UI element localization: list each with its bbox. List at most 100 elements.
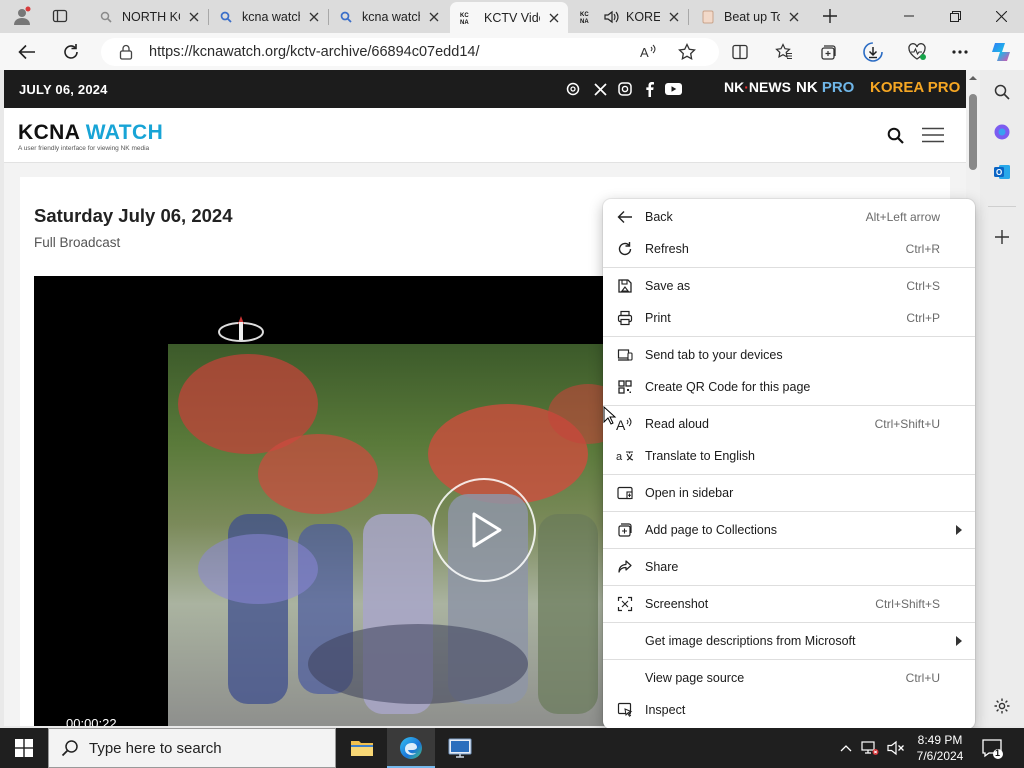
edge-taskbar-button[interactable] [387,728,435,768]
scrollbar-thumb[interactable] [969,94,977,170]
sidebar-outlook-button[interactable]: O [990,160,1014,184]
nkpro-logo-part: PRO [821,79,855,96]
profile-button[interactable] [8,4,36,28]
play-icon [472,512,502,548]
tab-0[interactable]: NORTH KOREA [88,3,208,31]
menu-item-refresh[interactable]: Refresh Ctrl+R [603,234,975,264]
menu-item-read-aloud[interactable]: A Read aloud Ctrl+Shift+U [603,409,975,439]
facebook-icon[interactable] [640,80,658,98]
tab-3-active[interactable]: KCNA KCTV Video [450,2,568,33]
read-aloud-button[interactable]: A [634,38,664,66]
search-icon [218,9,234,25]
nkpro-logo[interactable]: NK PRO [796,79,854,96]
browser-essentials-button[interactable] [902,38,932,66]
menu-item-label: Create QR Code for this page [645,380,811,394]
menu-item-open-in-sidebar[interactable]: Open in sidebar [603,478,975,508]
emblem-icon [218,316,264,342]
downloads-button[interactable] [858,38,888,66]
notification-count: 1 [995,748,1001,758]
menu-item-shortcut: Ctrl+R [905,242,940,256]
close-tab-icon[interactable] [426,9,442,25]
back-button[interactable] [12,38,42,66]
close-tab-icon[interactable] [786,9,802,25]
menu-divider [603,267,975,268]
close-window-button[interactable] [978,0,1024,32]
restore-button[interactable] [932,0,978,32]
lock-icon[interactable] [119,44,133,60]
menu-item-save-as[interactable]: Save as Ctrl+S [603,271,975,301]
refresh-button[interactable] [56,38,86,66]
menu-item-label: Get image descriptions from Microsoft [645,634,856,648]
menu-item-inspect[interactable]: Inspect [603,695,975,725]
menu-item-view-source[interactable]: View page source Ctrl+U [603,663,975,693]
network-icon [861,741,879,755]
instagram-icon[interactable] [616,80,634,98]
search-icon[interactable] [887,127,904,144]
network-button[interactable] [860,738,880,758]
menu-item-back[interactable]: Back Alt+Left arrow [603,202,975,232]
taskbar-search-box[interactable]: Type here to search [48,728,336,768]
koreapro-logo[interactable]: KOREA PRO [870,79,960,96]
close-tab-icon[interactable] [546,10,562,26]
article-subtitle: Full Broadcast [34,235,121,250]
sidebar-copilot-button[interactable] [990,120,1014,144]
menu-item-send-tab[interactable]: Send tab to your devices [603,340,975,370]
tab-4[interactable]: KCNA KOREAN [570,3,688,31]
menu-item-shortcut: Alt+Left arrow [865,210,940,224]
play-button[interactable] [432,478,536,582]
menu-item-add-to-collections[interactable]: Add page to Collections [603,515,975,545]
settings-more-button[interactable] [945,38,975,66]
file-explorer-button[interactable] [338,728,386,768]
speaker-icon[interactable] [604,9,620,25]
close-tab-icon[interactable] [306,9,322,25]
menu-item-translate[interactable]: a Translate to English [603,441,975,471]
sidebar-settings-button[interactable] [990,694,1014,718]
menu-item-image-descriptions[interactable]: Get image descriptions from Microsoft [603,626,975,656]
menu-item-share[interactable]: Share [603,552,975,582]
nknews-logo[interactable]: NK·NEWS [724,79,791,95]
minimize-button[interactable] [886,0,932,32]
start-button[interactable] [0,728,48,768]
split-screen-button[interactable] [725,38,755,66]
video-player[interactable]: 00:00:22 [34,276,634,726]
menu-item-screenshot[interactable]: Screenshot Ctrl+Shift+S [603,589,975,619]
tab-2[interactable]: kcna watch [328,3,448,31]
search-placeholder: Type here to search [89,740,222,757]
hamburger-menu-icon[interactable] [922,127,944,143]
kcna-watch-logo[interactable]: KCNA WATCH A user friendly interface for… [18,121,163,152]
scroll-up-icon[interactable] [969,74,977,82]
search-icon [61,739,79,757]
youtube-icon[interactable] [663,80,683,98]
volume-button[interactable] [886,738,906,758]
tab-5[interactable]: Beat up To [690,3,808,31]
favorite-button[interactable] [672,38,702,66]
copilot-button[interactable] [986,38,1016,66]
sidebar-search-button[interactable] [990,80,1014,104]
svg-text:NA: NA [580,19,589,24]
close-tab-icon[interactable] [666,9,682,25]
system-clock[interactable]: 8:49 PM 7/6/2024 [910,732,970,764]
show-hidden-icons-button[interactable] [836,738,856,758]
back-arrow-icon [615,207,635,227]
remote-desktop-button[interactable] [436,728,484,768]
tab-actions-button[interactable] [46,4,74,28]
menu-item-label: Read aloud [645,417,709,431]
notification-center-button[interactable]: 1 [980,736,1004,760]
close-tab-icon[interactable] [186,9,202,25]
menu-item-print[interactable]: Print Ctrl+P [603,303,975,333]
menu-divider [603,548,975,549]
menu-item-label: Open in sidebar [645,486,734,500]
address-bar[interactable]: https://kcnawatch.org/kctv-archive/66894… [101,38,719,66]
url-text[interactable]: https://kcnawatch.org/kctv-archive/66894… [149,44,479,60]
tab-1[interactable]: kcna watch [208,3,328,31]
favorites-button[interactable] [769,38,799,66]
new-tab-button[interactable] [816,4,844,28]
collections-button[interactable] [813,38,843,66]
threads-icon[interactable] [564,80,582,98]
tab-strip: NORTH KOREA kcna watch kcna watch KCNA K… [0,0,1024,33]
sidebar-add-button[interactable] [990,225,1014,249]
browser-toolbar: https://kcnawatch.org/kctv-archive/66894… [0,33,1024,70]
search-icon [338,9,354,25]
x-twitter-icon[interactable] [591,80,609,98]
menu-item-qr-code[interactable]: Create QR Code for this page [603,372,975,402]
